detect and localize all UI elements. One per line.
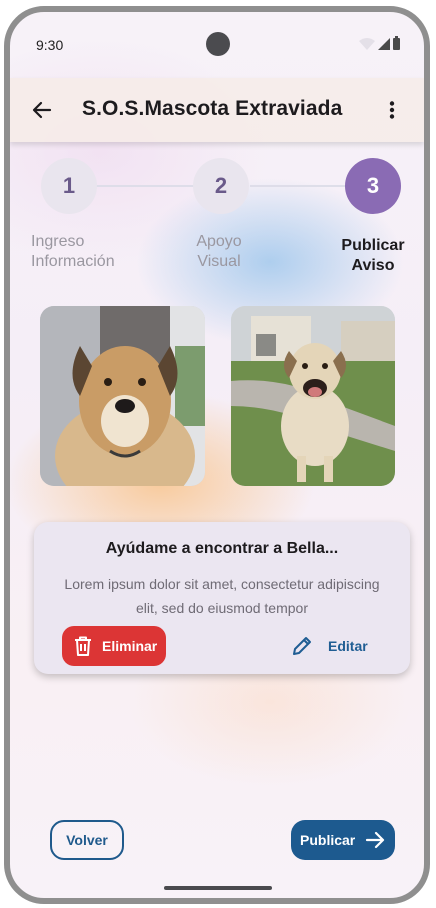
card-description-line2: elit, sed do eiusmod tempor — [136, 600, 308, 616]
battery-icon — [393, 36, 400, 50]
dog-portrait-image — [40, 306, 205, 486]
more-options-button[interactable] — [378, 96, 406, 124]
status-bar: 9:30 — [10, 12, 424, 74]
app-bar: S.O.S.Mascota Extraviada — [10, 78, 424, 142]
camera-cutout — [206, 32, 230, 56]
delete-button[interactable]: Eliminar — [62, 626, 166, 666]
delete-label: Eliminar — [102, 638, 158, 654]
stepper: 1 2 3 Ingreso Información Apoyo Visual P… — [10, 158, 424, 278]
dog-photo-2[interactable] — [231, 306, 395, 486]
step-3-label: Publicar Aviso — [318, 236, 424, 276]
lost-pet-card: Ayúdame a encontrar a Bella... Lorem ips… — [34, 522, 410, 674]
page-title: S.O.S.Mascota Extraviada — [82, 97, 343, 120]
step-3-label-line2: Aviso — [351, 257, 395, 274]
edit-label: Editar — [328, 638, 368, 654]
more-vert-icon — [389, 101, 395, 119]
step-2-label-line1: Apoyo — [196, 233, 242, 250]
step-3-label-line1: Publicar — [341, 237, 405, 254]
back-button[interactable] — [28, 96, 56, 124]
card-description: Lorem ipsum dolor sit amet, consectetur … — [46, 572, 398, 620]
step-1-label-line2: Información — [31, 253, 115, 270]
signal-icon — [378, 38, 390, 50]
dog-standing-image — [231, 306, 395, 486]
step-2-label-line2: Visual — [197, 253, 241, 270]
status-icons — [359, 36, 400, 50]
phone-frame: 9:30 S.O.S.Mascota Extraviada 1 2 3 Ingr… — [4, 6, 430, 904]
wifi-icon — [359, 38, 375, 50]
status-time: 9:30 — [36, 37, 64, 53]
step-1-label-line1: Ingreso — [31, 233, 85, 250]
dog-photo-1[interactable] — [40, 306, 205, 486]
step-connector — [250, 185, 346, 187]
back-nav-button[interactable]: Volver — [50, 820, 124, 860]
card-title: Ayúdame a encontrar a Bella... — [105, 540, 339, 557]
trash-icon — [75, 636, 91, 656]
card-description-line1: Lorem ipsum dolor sit amet, consectetur … — [64, 576, 380, 592]
pencil-icon — [293, 637, 311, 655]
step-2-circle[interactable]: 2 — [193, 158, 249, 214]
home-indicator[interactable] — [164, 886, 272, 890]
publish-button[interactable]: Publicar — [291, 820, 395, 860]
step-connector — [94, 185, 194, 187]
step-3-circle[interactable]: 3 — [345, 158, 401, 214]
arrow-right-icon — [366, 831, 385, 849]
step-1-circle[interactable]: 1 — [41, 158, 97, 214]
edit-button[interactable]: Editar — [290, 626, 386, 666]
publish-label: Publicar — [300, 832, 356, 848]
arrow-left-icon — [32, 101, 52, 119]
step-1-label: Ingreso Información — [14, 232, 124, 272]
step-2-label: Apoyo Visual — [164, 232, 274, 272]
